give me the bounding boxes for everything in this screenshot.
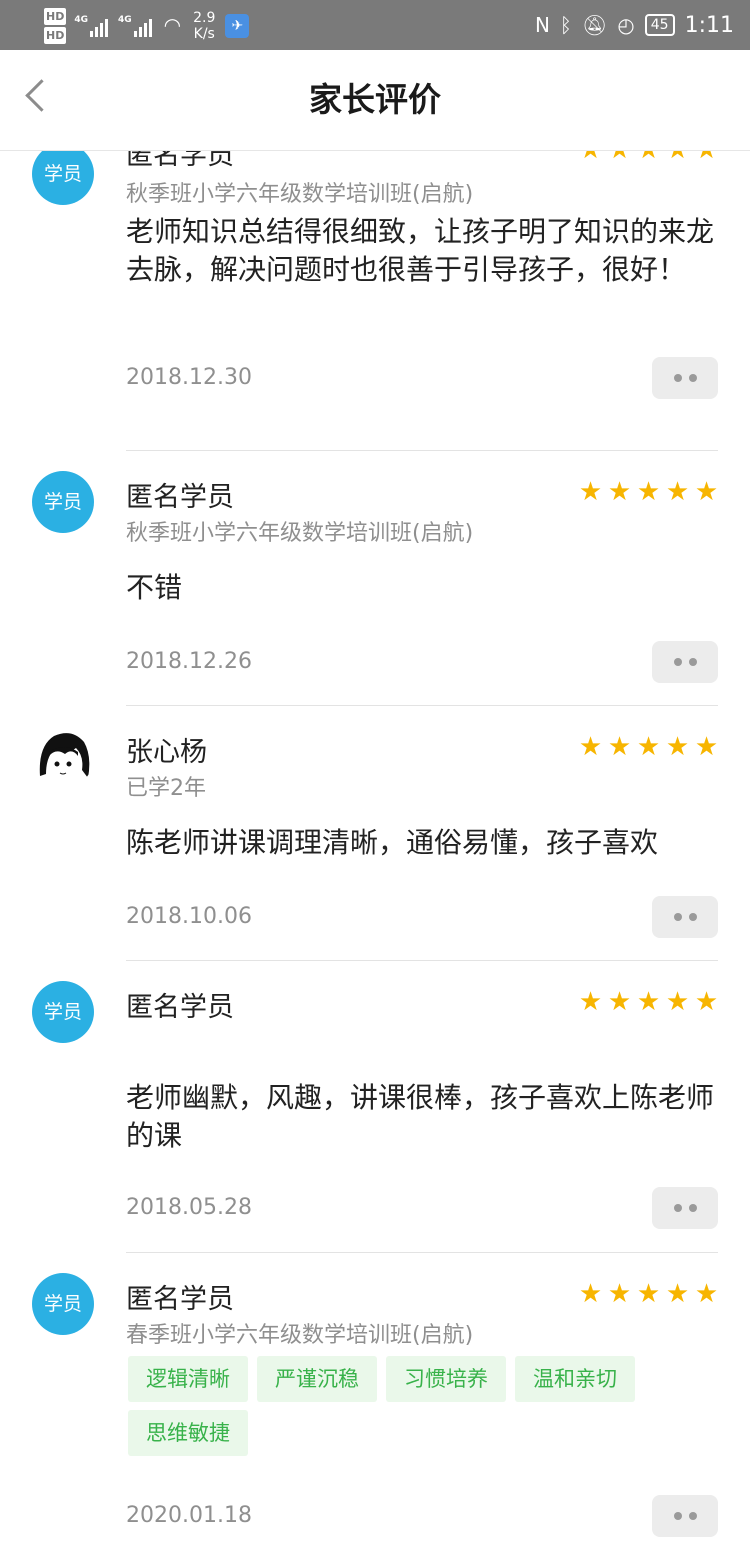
star-icon: ★ <box>636 477 661 507</box>
star-icon: ★ <box>636 1279 661 1309</box>
tag-list: 逻辑清晰 严谨沉稳 习惯培养 温和亲切 思维敏捷 <box>128 1356 668 1456</box>
hd-indicator: HD HD <box>44 7 67 45</box>
review-item: 学员 匿名学员 ★ ★ ★ ★ ★ 老师幽默，风趣，讲课很棒，孩子喜欢上陈老师的课 20… <box>0 961 750 1253</box>
review-item: 学员 匿名学员 ★ ★ ★ ★ ★ 秋季班小学六年级数学培训班(启航) 老师知识总结得很… <box>0 151 750 451</box>
avatar <box>32 726 94 788</box>
review-item: 张心杨 ★ ★ ★ ★ ★ 已学2年 陈老师讲课调理清晰，通俗易懂，孩子喜欢 2018.… <box>0 706 750 961</box>
star-icon: ★ <box>607 477 632 507</box>
star-icon: ★ <box>665 987 690 1017</box>
star-icon: ★ <box>694 1279 719 1309</box>
network-type-1: 4G <box>74 15 88 25</box>
tag: 习惯培养 <box>386 1356 506 1402</box>
back-arrow-icon[interactable] <box>25 79 58 112</box>
star-icon: ★ <box>694 987 719 1017</box>
app-notification-icon: ✈ <box>225 14 250 38</box>
course-name: 秋季班小学六年级数学培训班(启航) <box>126 521 474 546</box>
star-icon: ★ <box>694 732 719 762</box>
more-button[interactable] <box>652 1187 718 1229</box>
status-bar: HD HD 4G 4G ◠ 2.9 K/s ✈ N ᛒ 🔕︎ ◴ 45 1:11 <box>0 0 750 50</box>
avatar: 学员 <box>32 151 94 205</box>
more-button[interactable] <box>652 1495 718 1537</box>
avatar: 学员 <box>32 1273 94 1335</box>
review-item: 学员 匿名学员 ★ ★ ★ ★ ★ 秋季班小学六年级数学培训班(启航) 不错 2018.… <box>0 451 750 706</box>
tag: 严谨沉稳 <box>257 1356 377 1402</box>
star-icon: ★ <box>665 1279 690 1309</box>
rating-stars: ★ ★ ★ ★ ★ <box>578 151 719 163</box>
user-photo-icon <box>33 727 93 787</box>
tag: 温和亲切 <box>515 1356 635 1402</box>
star-icon: ★ <box>665 477 690 507</box>
review-date: 2020.01.18 <box>126 1503 252 1528</box>
reviewer-name: 匿名学员 <box>126 482 234 513</box>
bluetooth-icon: ᛒ <box>559 13 572 37</box>
rating-stars: ★★★★★ <box>578 734 719 760</box>
reviewer-name: 张心杨 <box>126 737 207 768</box>
star-icon: ★ <box>578 732 603 762</box>
star-icon: ★ <box>607 1279 632 1309</box>
avatar: 学员 <box>32 981 94 1043</box>
signal-icon-2: 4G <box>118 15 154 37</box>
course-name: 春季班小学六年级数学培训班(启航) <box>126 1323 474 1348</box>
star-icon: ★ <box>636 151 661 163</box>
review-content: 老师知识总结得很细致，让孩子明了知识的来龙去脉，解决问题时也很善于引导孩子，很好… <box>126 215 715 286</box>
star-icon: ★ <box>607 732 632 762</box>
signal-icon: 4G <box>74 15 110 37</box>
battery-icon: 45 <box>644 14 675 36</box>
hd-label-1: HD <box>44 8 67 25</box>
more-button[interactable] <box>652 641 718 683</box>
rating-stars: ★★★★★ <box>578 989 719 1015</box>
clock: 1:11 <box>684 12 734 38</box>
mute-icon: 🔕︎ <box>581 13 608 37</box>
star-icon: ★ <box>665 732 690 762</box>
network-type-2: 4G <box>118 15 132 25</box>
star-icon: ★ <box>636 732 661 762</box>
star-icon: ★ <box>578 987 603 1017</box>
star-icon: ★ <box>578 477 603 507</box>
course-name: 秋季班小学六年级数学培训班(启航) <box>126 182 474 207</box>
tag: 思维敏捷 <box>128 1410 248 1456</box>
hd-label-2: HD <box>44 27 67 44</box>
review-date: 2018.10.06 <box>126 904 252 929</box>
star-icon: ★ <box>694 151 719 163</box>
speed-value: 2.9 <box>193 10 216 26</box>
review-content: 不错 <box>126 571 183 604</box>
review-content: 老师幽默，风趣，讲课很棒，孩子喜欢上陈老师的课 <box>126 1081 715 1152</box>
star-icon: ★ <box>578 151 603 163</box>
star-icon: ★ <box>578 1279 603 1309</box>
star-icon: ★ <box>607 151 632 163</box>
wifi-icon: ◠ <box>163 13 182 37</box>
learning-duration: 已学2年 <box>126 776 206 801</box>
star-icon: ★ <box>607 987 632 1017</box>
more-button[interactable] <box>652 357 718 399</box>
reviewer-name: 匿名学员 <box>126 151 234 171</box>
page-title: 家长评价 <box>309 80 441 119</box>
star-icon: ★ <box>636 987 661 1017</box>
network-speed: 2.9 K/s <box>193 10 215 42</box>
review-content: 陈老师讲课调理清晰，通俗易懂，孩子喜欢 <box>126 826 659 859</box>
reviewer-name: 匿名学员 <box>126 992 234 1023</box>
star-icon: ★ <box>665 151 690 163</box>
avatar: 学员 <box>32 471 94 533</box>
review-date: 2018.12.30 <box>126 365 252 390</box>
tag: 逻辑清晰 <box>128 1356 248 1402</box>
speedometer-icon: ◴ <box>617 13 635 37</box>
review-date: 2018.12.26 <box>126 649 252 674</box>
review-item: 学员 匿名学员 ★ ★ ★ ★ ★ 春季班小学六年级数学培训班(启航) 逻辑清晰 严谨沉… <box>0 1253 750 1558</box>
nfc-icon: N <box>534 13 550 37</box>
speed-unit: K/s <box>193 26 215 42</box>
reviewer-name: 匿名学员 <box>126 1284 234 1315</box>
review-date: 2018.05.28 <box>126 1195 252 1220</box>
review-list[interactable]: 学员 匿名学员 ★★★★★ 秋季班小学六年级数学培训班(启航) 老师知识总结得很… <box>0 151 750 1558</box>
nav-header: 家长评价 <box>0 50 750 151</box>
more-button[interactable] <box>652 896 718 938</box>
star-icon: ★ <box>694 477 719 507</box>
rating-stars: ★★★★★ <box>578 479 719 505</box>
rating-stars: ★★★★★ <box>578 1281 719 1307</box>
